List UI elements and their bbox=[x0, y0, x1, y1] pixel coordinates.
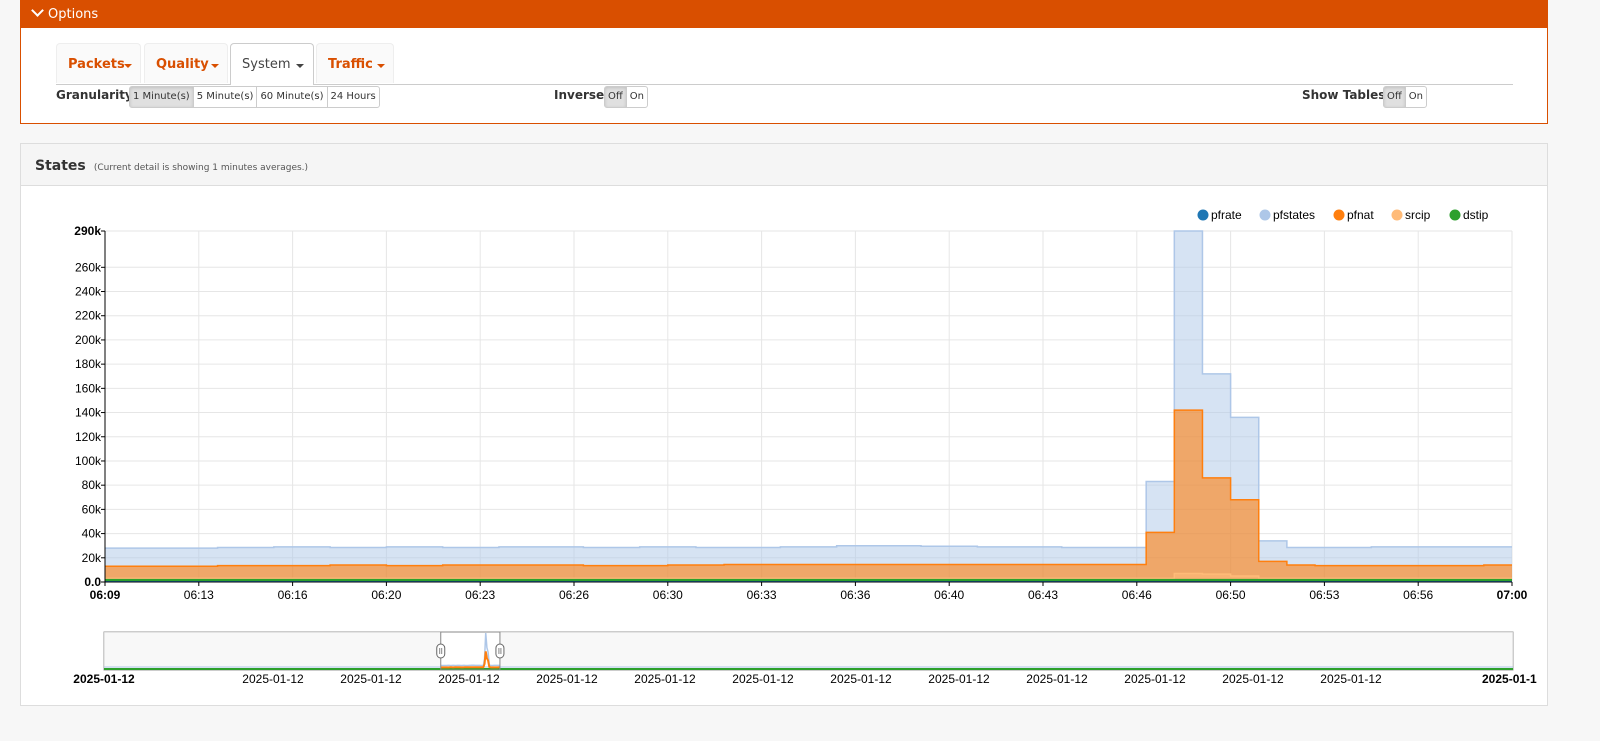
granularity-label: Granularity: bbox=[56, 88, 138, 102]
tab-traffic[interactable]: Traffic bbox=[316, 43, 394, 83]
caret-down-icon bbox=[296, 64, 304, 68]
tab-label: Traffic bbox=[328, 57, 373, 72]
tab-label: Packets bbox=[68, 57, 125, 72]
granularity-buttons: 1 Minute(s) 5 Minute(s) 60 Minute(s) 24 … bbox=[129, 86, 380, 108]
states-header: States (Current detail is showing 1 minu… bbox=[21, 144, 1547, 186]
caret-down-icon bbox=[124, 64, 132, 68]
tab-label: Quality bbox=[156, 57, 209, 72]
show-tables-label: Show Tables: bbox=[1302, 88, 1391, 102]
options-title: Options bbox=[48, 7, 99, 22]
states-detail-note: (Current detail is showing 1 minutes ave… bbox=[93, 163, 309, 173]
tab-packets[interactable]: Packets bbox=[56, 43, 141, 83]
granularity-5-minute-button[interactable]: 5 Minute(s) bbox=[192, 86, 258, 108]
graph-tabs: Packets Quality System Traffic bbox=[56, 43, 1513, 85]
options-panel: Options Packets Quality System Traffic G… bbox=[20, 0, 1548, 124]
inverse-off-button[interactable]: Off bbox=[604, 86, 627, 108]
tab-system[interactable]: System bbox=[230, 43, 314, 85]
show-tables-buttons: Off On bbox=[1383, 86, 1427, 108]
states-panel: States (Current detail is showing 1 minu… bbox=[20, 143, 1548, 706]
inverse-on-button[interactable]: On bbox=[625, 86, 648, 108]
states-title: States bbox=[35, 158, 86, 174]
granularity-60-minute-button[interactable]: 60 Minute(s) bbox=[256, 86, 328, 108]
tab-quality[interactable]: Quality bbox=[144, 43, 228, 83]
inverse-label: Inverse: bbox=[554, 88, 609, 102]
granularity-24-hours-button[interactable]: 24 Hours bbox=[326, 86, 380, 108]
chevron-down-icon bbox=[31, 4, 44, 17]
tab-label: System bbox=[242, 57, 291, 72]
granularity-1-minute-button[interactable]: 1 Minute(s) bbox=[129, 86, 194, 108]
show-tables-on-button[interactable]: On bbox=[1404, 86, 1427, 108]
options-header[interactable]: Options bbox=[21, 0, 1547, 28]
inverse-buttons: Off On bbox=[604, 86, 648, 108]
show-tables-off-button[interactable]: Off bbox=[1383, 86, 1406, 108]
caret-down-icon bbox=[211, 64, 219, 68]
caret-down-icon bbox=[377, 64, 385, 68]
